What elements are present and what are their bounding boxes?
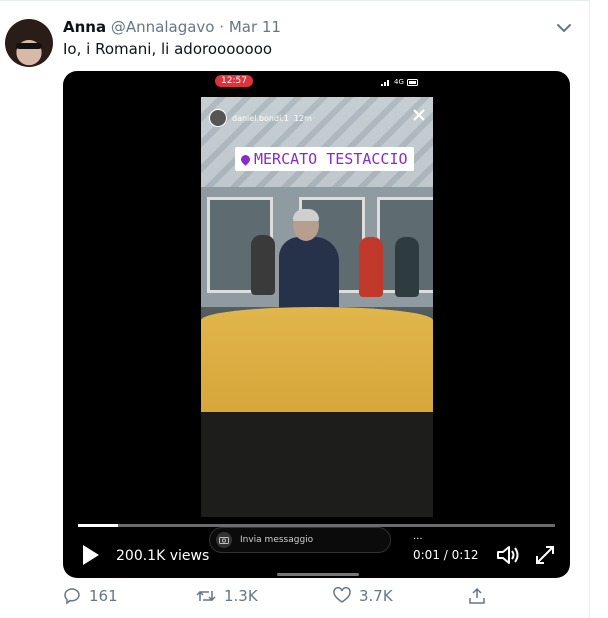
play-icon[interactable] [81,543,101,567]
author-handle[interactable]: @Annalagavo [111,18,215,36]
person-hair [293,209,319,221]
bystander [359,237,383,297]
round-table [201,307,433,418]
more-dots: ... [413,531,423,542]
reply-count: 161 [89,587,118,605]
retweet-icon [196,590,216,602]
bystander [251,235,275,295]
message-placeholder: Invia messaggio [240,535,314,545]
signal-icon [381,79,389,86]
retweet-action[interactable]: 1.3K [196,587,258,605]
tweet-text: Io, i Romani, li adorooooooo [63,40,273,58]
avatar[interactable] [5,19,53,67]
phone-status-icons: 4G [381,78,419,86]
author-name[interactable]: Anna [63,18,106,36]
heart-icon [333,587,351,603]
story-user-avatar [209,109,227,127]
floor [201,412,433,517]
battery-icon [406,78,418,86]
share-icon [469,587,485,604]
camera-icon [216,532,232,548]
video-progress-fill [78,524,118,527]
close-icon [413,109,425,121]
bystander [395,237,419,297]
header-separator: · [219,18,225,36]
message-bar: Invia messaggio [209,527,391,553]
man-in-table [279,209,349,319]
story-age: 12m [293,113,312,123]
fullscreen-icon[interactable] [534,544,556,566]
retweet-count: 1.3K [224,587,258,605]
reply-icon [64,588,80,605]
story-username: daniel.bondi.1 [232,113,289,123]
chevron-down-icon[interactable] [552,19,576,37]
avatar-glasses [16,43,42,49]
video-time: 0:01 / 0:12 [413,548,479,562]
video-player[interactable]: 12:57 4G daniel.bondi.1 12m MERCATO TEST… [63,71,570,578]
story-frame: daniel.bondi.1 12m MERCATO TESTACCIO [201,97,433,517]
volume-icon[interactable] [495,543,521,567]
home-indicator [277,573,359,576]
phone-time: 12:57 [215,75,253,87]
like-action[interactable]: 3.7K [333,587,393,605]
location-pin-icon [239,152,252,166]
person-body [279,237,339,317]
tweet-header: Anna @Annalagavo · Mar 11 [63,18,281,36]
like-count: 3.7K [359,587,393,605]
location-label: MERCATO TESTACCIO [254,150,408,168]
tweet: Anna @Annalagavo · Mar 11 Io, i Romani, … [0,0,590,618]
tweet-actions: 161 1.3K 3.7K [63,587,523,609]
share-action[interactable] [468,587,486,605]
view-count: 200.1K views [116,548,210,564]
reply-action[interactable]: 161 [63,587,118,605]
tweet-date[interactable]: Mar 11 [229,18,281,36]
network-label: 4G [394,78,404,86]
location-sticker: MERCATO TESTACCIO [235,147,414,171]
story-user: daniel.bondi.1 12m [209,109,312,127]
